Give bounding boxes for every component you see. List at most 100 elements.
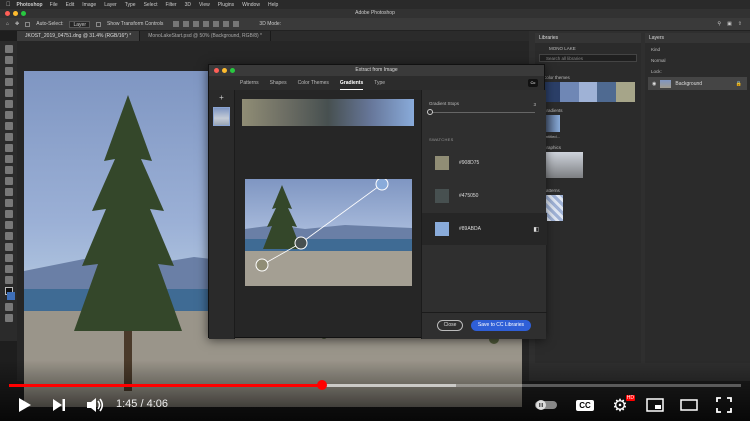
add-image-button[interactable]: + xyxy=(217,93,227,103)
library-graphic-item[interactable] xyxy=(543,152,583,178)
move-tool-icon[interactable] xyxy=(4,45,13,53)
source-image-thumbnail[interactable] xyxy=(213,107,230,126)
more-tools-icon[interactable] xyxy=(4,276,13,284)
close-button[interactable]: Close xyxy=(437,320,463,331)
progress-bar[interactable] xyxy=(9,384,741,387)
volume-button[interactable] xyxy=(84,395,106,415)
tab-gradients[interactable]: Gradients xyxy=(339,76,364,90)
save-to-cc-libraries-button[interactable]: Save to CC Libraries xyxy=(471,320,531,331)
search-icon[interactable]: ⚲ xyxy=(717,21,721,27)
dialog-minimize-icon[interactable] xyxy=(222,68,227,73)
pen-tool-icon[interactable] xyxy=(4,210,13,218)
captions-button[interactable]: CC xyxy=(574,395,596,415)
gradient-tool-icon[interactable] xyxy=(4,177,13,185)
marquee-tool-icon[interactable] xyxy=(4,56,13,64)
layers-kind-filter[interactable]: Kind xyxy=(645,43,750,52)
layers-blend-mode[interactable]: Normal xyxy=(645,52,750,63)
menu-window[interactable]: Window xyxy=(242,2,260,8)
creative-cloud-icon[interactable]: Cc xyxy=(528,79,538,87)
home-icon[interactable]: ⌂ xyxy=(6,21,9,27)
miniplayer-button[interactable] xyxy=(644,395,666,415)
menu-edit[interactable]: Edit xyxy=(66,2,75,8)
align-bottom-icon[interactable] xyxy=(223,21,230,27)
align-center-icon[interactable] xyxy=(183,21,190,27)
show-transform-checkbox[interactable] xyxy=(96,21,101,27)
zoom-window-icon[interactable] xyxy=(21,11,26,16)
more-options-icon[interactable] xyxy=(233,21,240,27)
menu-filter[interactable]: Filter xyxy=(165,2,176,8)
menu-file[interactable]: File xyxy=(50,2,58,8)
auto-select-dropdown[interactable]: Layer xyxy=(69,20,90,28)
edit-color-icon[interactable]: ◧ xyxy=(533,226,539,233)
dialog-close-icon[interactable] xyxy=(214,68,219,73)
layers-title[interactable]: Layers xyxy=(645,33,750,43)
close-window-icon[interactable] xyxy=(5,11,10,16)
layer-row[interactable]: ◉ Background 🔒 xyxy=(648,77,747,90)
align-middle-icon[interactable] xyxy=(213,21,220,27)
tab-type[interactable]: Type xyxy=(374,76,385,90)
gradient-stop-handle[interactable] xyxy=(375,179,389,191)
healing-tool-icon[interactable] xyxy=(4,122,13,130)
next-button[interactable] xyxy=(48,395,70,415)
menu-image[interactable]: Image xyxy=(82,2,96,8)
gradient-stop-handle[interactable] xyxy=(255,258,269,272)
screen-mode-icon[interactable] xyxy=(4,314,13,322)
move-tool-icon[interactable]: ✥ xyxy=(15,21,19,27)
play-button[interactable] xyxy=(14,395,36,415)
doc-tab-active[interactable]: JKOST_2019_04751.dng @ 31.4% (RGB/16*) * xyxy=(17,31,141,41)
menubar-app-name[interactable]: Photoshop xyxy=(17,2,43,8)
apple-icon[interactable]:  xyxy=(6,2,11,8)
path-select-icon[interactable] xyxy=(4,232,13,240)
fullscreen-button[interactable] xyxy=(713,395,735,415)
doc-tab[interactable]: MonoLakeStart.psd @ 50% (Background, RGB… xyxy=(140,31,271,41)
gradient-stop-handle[interactable] xyxy=(294,236,308,250)
tab-shapes[interactable]: Shapes xyxy=(270,76,287,90)
tab-color-themes[interactable]: Color Themes xyxy=(298,76,329,90)
shape-tool-icon[interactable] xyxy=(4,243,13,251)
align-top-icon[interactable] xyxy=(203,21,210,27)
swatch-row[interactable]: #475050 xyxy=(422,180,547,212)
minimize-window-icon[interactable] xyxy=(13,11,18,16)
lasso-tool-icon[interactable] xyxy=(4,67,13,75)
auto-select-checkbox[interactable] xyxy=(25,21,31,27)
autoplay-toggle[interactable] xyxy=(533,395,559,415)
source-photo-scene[interactable] xyxy=(245,179,412,286)
library-search-input[interactable]: Search all libraries xyxy=(539,54,637,62)
stamp-tool-icon[interactable] xyxy=(4,144,13,152)
eye-icon[interactable]: ◉ xyxy=(652,81,656,87)
gradient-stops-slider-track[interactable] xyxy=(429,112,535,113)
zoom-tool-icon[interactable] xyxy=(4,265,13,273)
eraser-tool-icon[interactable] xyxy=(4,166,13,174)
menu-3d[interactable]: 3D xyxy=(185,2,191,8)
dialog-zoom-icon[interactable] xyxy=(230,68,235,73)
dodge-tool-icon[interactable] xyxy=(4,199,13,207)
blur-tool-icon[interactable] xyxy=(4,188,13,196)
theater-mode-button[interactable] xyxy=(678,395,700,415)
history-brush-icon[interactable] xyxy=(4,155,13,163)
type-tool-icon[interactable] xyxy=(4,221,13,229)
swatch-row[interactable]: #908D75 xyxy=(422,147,547,179)
gradient-source-photo[interactable] xyxy=(245,179,412,286)
tab-patterns[interactable]: Patterns xyxy=(240,76,259,90)
align-left-icon[interactable] xyxy=(173,21,180,27)
crop-tool-icon[interactable] xyxy=(4,89,13,97)
library-name[interactable]: MONO LAKE xyxy=(535,43,641,51)
background-color-swatch[interactable] xyxy=(7,292,15,300)
color-theme-strip[interactable] xyxy=(541,82,635,102)
menu-plugins[interactable]: Plugins xyxy=(218,2,234,8)
swatch-row-selected[interactable]: #89ABDA ◧ xyxy=(422,213,547,245)
menu-layer[interactable]: Layer xyxy=(104,2,117,8)
eyedropper-tool-icon[interactable] xyxy=(4,111,13,119)
gradient-stops-slider-knob[interactable] xyxy=(427,109,433,115)
brush-tool-icon[interactable] xyxy=(4,133,13,141)
settings-button[interactable]: ⚙ HD xyxy=(608,395,635,415)
menu-type[interactable]: Type xyxy=(125,2,136,8)
hand-tool-icon[interactable] xyxy=(4,254,13,262)
menu-select[interactable]: Select xyxy=(144,2,158,8)
quick-mask-icon[interactable] xyxy=(4,303,13,311)
align-right-icon[interactable] xyxy=(193,21,200,27)
quick-select-tool-icon[interactable] xyxy=(4,78,13,86)
libraries-title[interactable]: Libraries xyxy=(535,33,641,43)
frame-tool-icon[interactable] xyxy=(4,100,13,108)
scrubber-handle[interactable] xyxy=(316,380,327,390)
